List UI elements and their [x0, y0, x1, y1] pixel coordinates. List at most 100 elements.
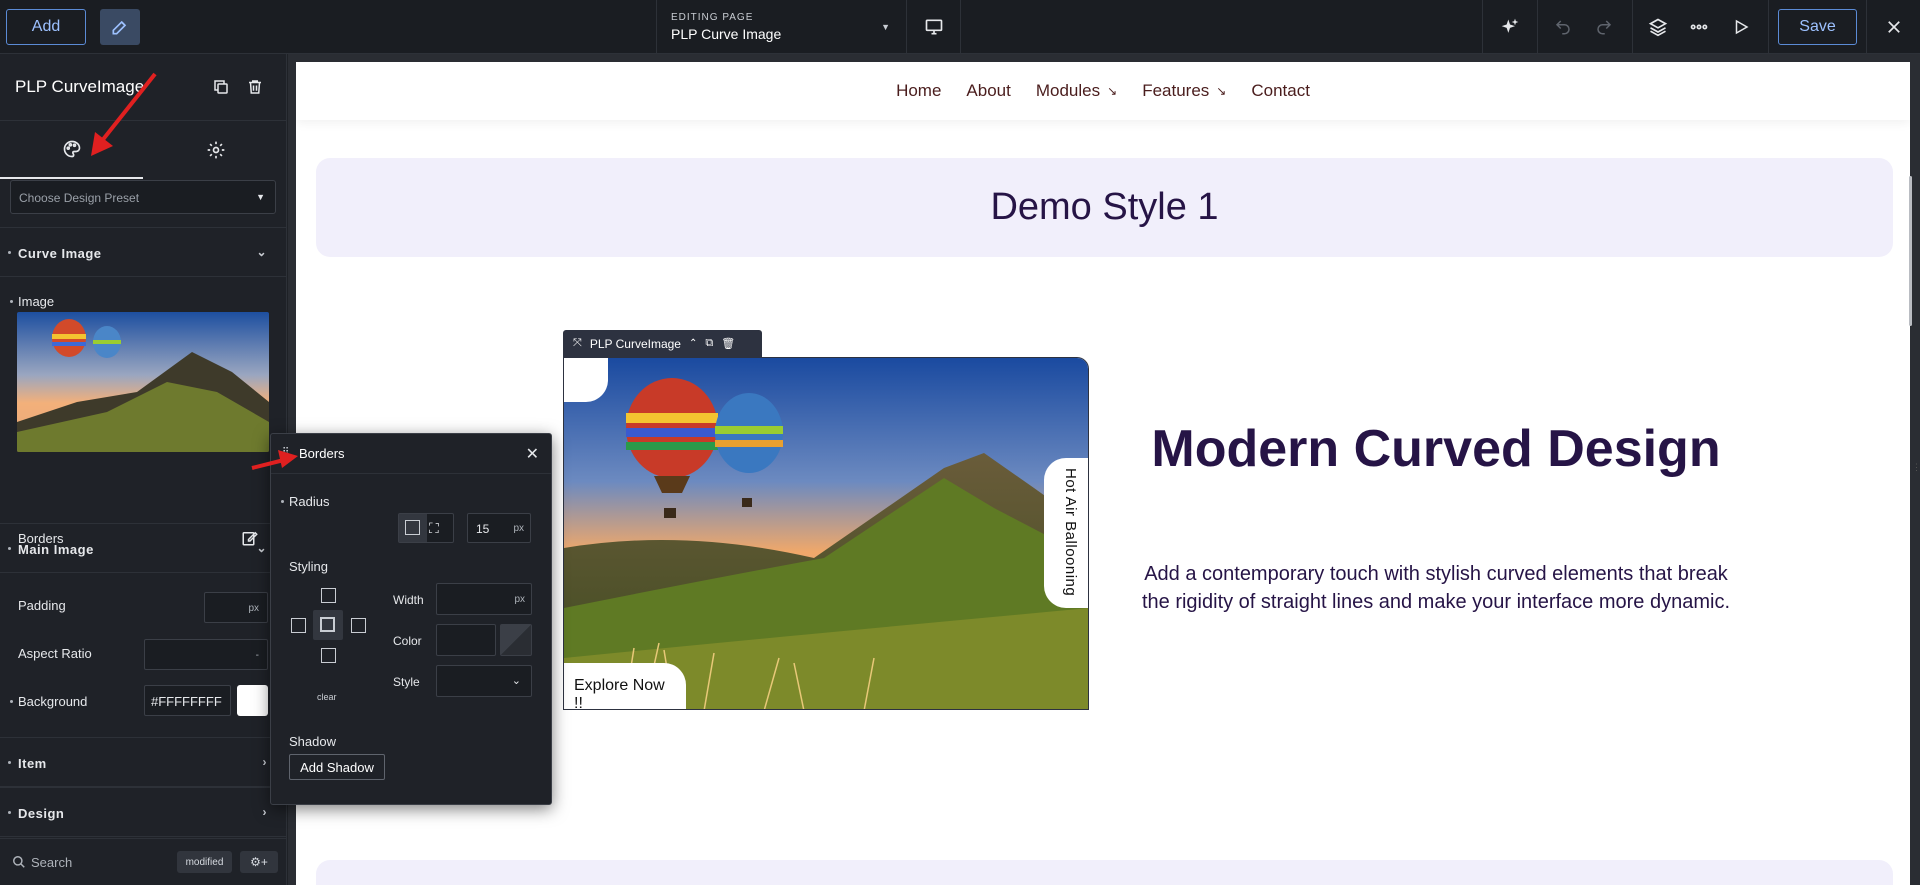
modified-filter-button[interactable]: modified [177, 851, 232, 873]
border-color-input[interactable] [436, 624, 496, 656]
section-curve-image[interactable]: Curve Image ⌄ [0, 227, 287, 277]
preset-placeholder: Choose Design Preset [19, 191, 140, 205]
chevron-down-icon: ⌄ [256, 245, 267, 259]
image-label: Image [10, 294, 55, 309]
copy-icon [214, 80, 228, 94]
page-selector[interactable]: EDITING PAGE PLP Curve Image ▼ [656, 0, 907, 54]
radius-input[interactable]: 15 px [467, 513, 531, 543]
nav-features[interactable]: Features ↘ [1142, 81, 1226, 101]
image-label-text: Image [18, 294, 55, 309]
close-icon [1888, 21, 1900, 33]
vertical-caption: Hot Air Ballooning [1044, 458, 1088, 608]
redo-button[interactable] [1586, 0, 1622, 54]
editing-page-name: PLP Curve Image [671, 26, 782, 42]
desktop-preview-button[interactable] [907, 0, 961, 54]
arrow-down-right-icon: ↘ [1216, 84, 1227, 98]
aspect-ratio-value: - [255, 650, 259, 661]
undo-button[interactable] [1545, 0, 1581, 54]
add-shadow-button[interactable]: Add Shadow [289, 754, 385, 780]
close-icon[interactable]: ✕ [526, 444, 539, 464]
divider [1866, 0, 1867, 54]
caret-down-icon: ▼ [256, 192, 265, 202]
more-icon [1690, 24, 1708, 30]
bullet-icon [281, 500, 284, 503]
preview-button[interactable] [1723, 0, 1759, 54]
chevron-up-icon[interactable]: ⌃ [689, 338, 697, 349]
clear-borders-button[interactable]: clear [317, 692, 337, 702]
next-section-banner [316, 860, 1893, 885]
aspect-ratio-input[interactable]: - [144, 639, 268, 670]
borders-popover-header[interactable]: ⠿ Borders ✕ [271, 434, 551, 474]
trash-icon[interactable]: 🗑 [721, 337, 735, 350]
border-bottom-icon[interactable] [321, 648, 336, 663]
background-color-input[interactable]: #FFFFFFFF [144, 685, 231, 716]
bullet-icon [10, 300, 13, 303]
nav-modules[interactable]: Modules ↘ [1036, 81, 1117, 101]
section-main-image-title: Main Image [18, 542, 94, 557]
settings-add-button[interactable]: ⚙+ [240, 851, 278, 873]
copy-icon[interactable]: ⧉ [705, 337, 713, 350]
move-icon: ⤧ [573, 337, 582, 349]
section-design[interactable]: Design › [0, 787, 287, 837]
search-icon [13, 856, 25, 868]
padding-label: Padding [18, 598, 66, 613]
radius-all-button[interactable] [399, 514, 427, 542]
explore-now-link[interactable]: Explore Now !! [564, 663, 686, 709]
nav-home[interactable]: Home [896, 81, 941, 101]
section-main-image[interactable]: Main Image ⌄ [0, 523, 287, 573]
close-editor-button[interactable] [1876, 0, 1912, 54]
border-left-icon[interactable] [291, 618, 306, 633]
tab-settings[interactable] [144, 121, 287, 179]
image-thumbnail[interactable] [17, 312, 269, 452]
border-right-icon[interactable] [351, 618, 366, 633]
border-width-input[interactable]: px [436, 583, 532, 615]
radius-label: Radius [281, 494, 329, 509]
canvas-scrollbar[interactable] [1909, 176, 1912, 326]
undo-icon [1555, 20, 1570, 35]
border-color-swatch[interactable] [500, 624, 532, 656]
nav-modules-label: Modules [1035, 81, 1101, 100]
radius-value: 15 [476, 522, 490, 536]
chevron-down-icon: ⌄ [256, 541, 267, 555]
border-all-button[interactable] [313, 610, 343, 640]
add-button[interactable]: Add [6, 9, 86, 45]
top-toolbar: Add EDITING PAGE PLP Curve Image ▼ Save [0, 0, 1920, 54]
save-button[interactable]: Save [1778, 9, 1857, 45]
site-navigation: Home About Modules ↘ Features ↘ Contact [296, 62, 1910, 120]
resize-handle-icon[interactable]: ⋮ [1912, 462, 1920, 473]
bullet-icon [8, 761, 11, 764]
bullet-icon [8, 811, 11, 814]
palette-icon [63, 140, 80, 158]
section-design-title: Design [18, 806, 65, 821]
background-label: Background [10, 694, 87, 709]
delete-module-button[interactable] [246, 78, 264, 101]
module-toolbar[interactable]: ⤧ PLP CurveImage ⌃ ⧉ 🗑 [563, 330, 762, 357]
divider [1632, 0, 1633, 54]
trash-icon [249, 80, 261, 94]
color-label: Color [393, 634, 422, 648]
nav-contact[interactable]: Contact [1251, 81, 1310, 101]
radius-individual-button[interactable]: ⛶ [429, 520, 439, 537]
nav-features-label: Features [1142, 81, 1210, 100]
section-item[interactable]: Item › [0, 737, 287, 787]
radius-mode-toggle: ⛶ [398, 513, 454, 543]
design-preset-select[interactable]: Choose Design Preset ▼ [10, 180, 276, 214]
border-top-icon[interactable] [321, 588, 336, 603]
padding-input[interactable]: px [204, 592, 268, 623]
layers-button[interactable] [1640, 0, 1676, 54]
ai-button[interactable] [1492, 0, 1528, 54]
nav-about[interactable]: About [966, 81, 1010, 101]
divider [1482, 0, 1483, 54]
more-options-button[interactable] [1681, 0, 1717, 54]
search-input[interactable]: Search [31, 855, 72, 870]
module-tag-label: PLP CurveImage [589, 336, 681, 351]
bullet-icon [8, 547, 11, 550]
duplicate-module-button[interactable] [212, 78, 230, 101]
border-style-select[interactable]: ⌄ [436, 665, 532, 697]
curve-image-module[interactable]: Hot Air Ballooning Explore Now !! [563, 357, 1089, 710]
edit-mode-button[interactable] [100, 9, 140, 45]
divider [1768, 0, 1769, 54]
section-curve-image-title: Curve Image [18, 246, 102, 261]
background-color-swatch[interactable] [237, 685, 268, 716]
width-label: Width [393, 593, 424, 607]
